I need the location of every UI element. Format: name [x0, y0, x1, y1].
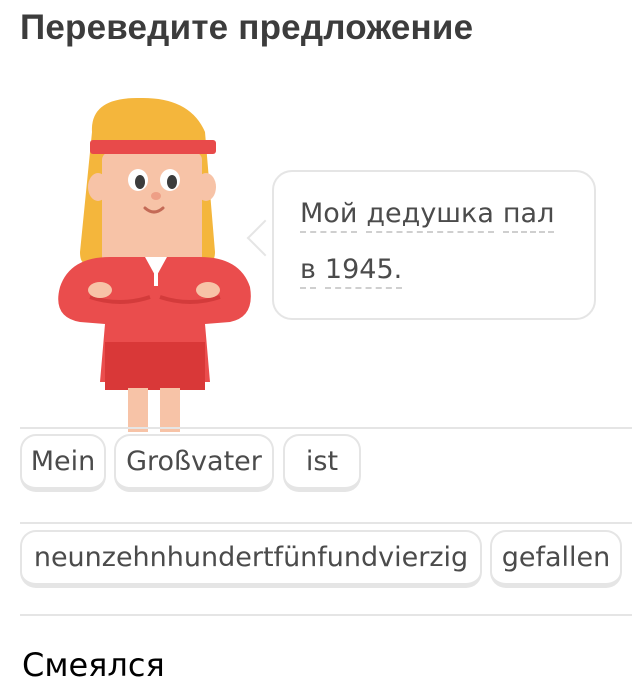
word-tile[interactable]: ist [283, 434, 361, 492]
prompt-line-1: Мой дедушка пал [300, 198, 563, 233]
character-headband [90, 140, 216, 154]
typed-text: Смеялся [22, 646, 165, 684]
page-title: Переведите предложение [20, 8, 474, 47]
answer-line [20, 614, 632, 616]
character-face [102, 152, 202, 264]
answer-line [20, 427, 632, 429]
word-tile[interactable]: Großvater [114, 434, 274, 492]
word-tile[interactable]: Mein [20, 434, 106, 492]
prompt-word[interactable]: Мой [300, 198, 358, 233]
prompt-word[interactable]: в [300, 254, 316, 289]
prompt-word[interactable]: пал [502, 198, 555, 233]
prompt-line-2: в 1945. [300, 254, 411, 289]
character-illustration [58, 97, 251, 432]
word-tile[interactable]: neunzehnhundertfünfundvierzig [20, 530, 482, 588]
answer-line [20, 522, 632, 524]
prompt-word[interactable]: 1945. [324, 254, 403, 289]
word-tile[interactable]: gefallen [490, 530, 622, 588]
speech-bubble [272, 170, 596, 320]
prompt-word[interactable]: дедушка [366, 198, 494, 233]
